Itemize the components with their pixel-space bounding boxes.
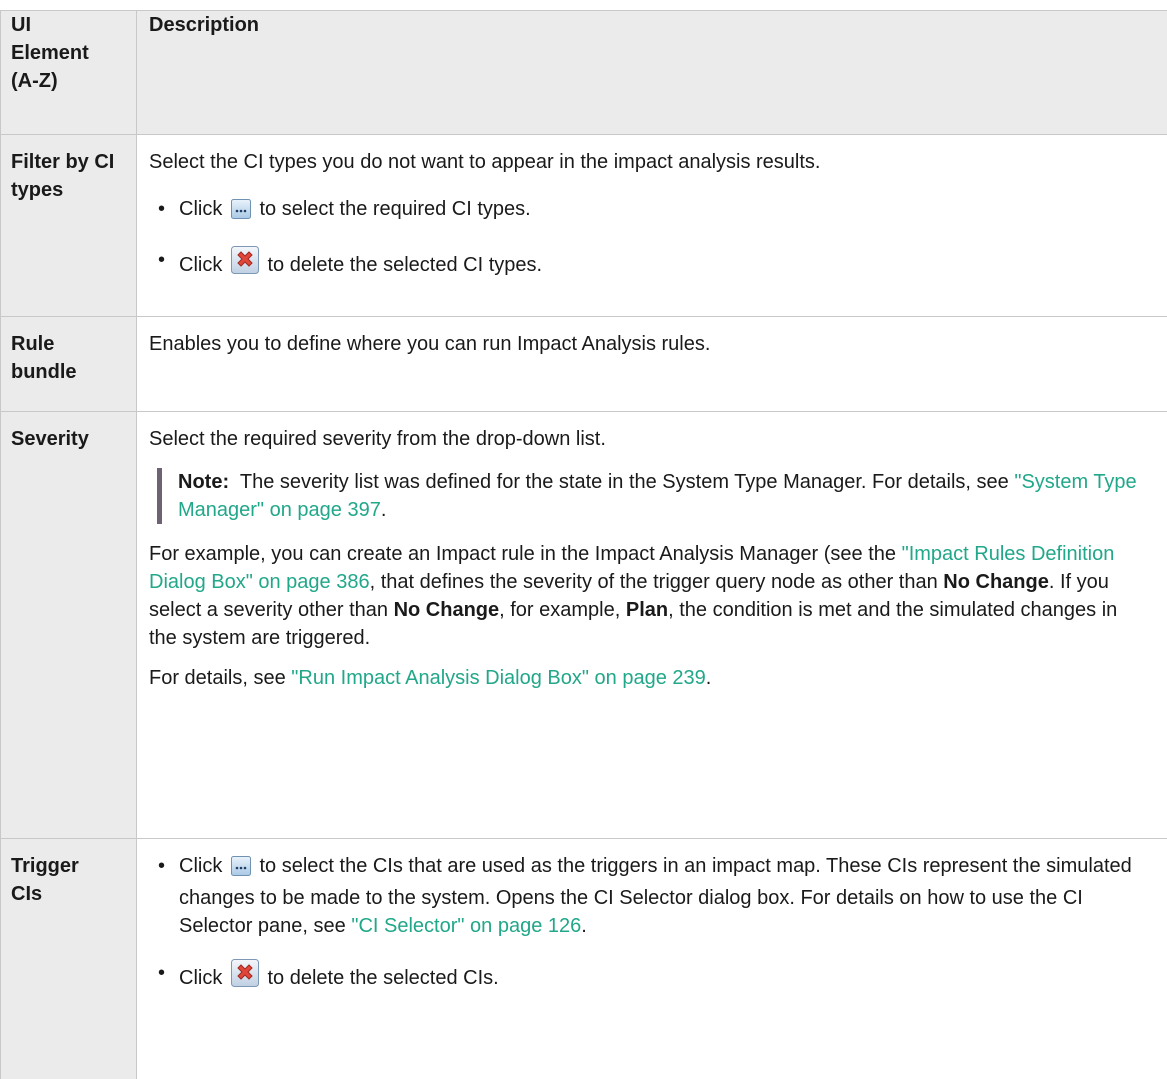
ui-elements-table: UI Element (A-Z) Description Filter by C… <box>0 10 1167 1079</box>
description-text: For example, you can create an Impact ru… <box>149 540 1137 652</box>
ellipsis-button-icon[interactable] <box>231 856 251 884</box>
description-cell: Select the required severity from the dr… <box>137 412 1167 839</box>
description-text: For details, see "Run Impact Analysis Di… <box>149 664 1137 692</box>
element-cell: Filter by CI types <box>1 135 137 317</box>
element-name: Filter by CI types <box>11 148 121 204</box>
bullet-icon: • <box>158 246 165 274</box>
element-cell: Trigger CIs <box>1 839 137 1079</box>
header-description: Description <box>137 11 1167 135</box>
list-item: • Click to delete the selected CIs. <box>149 959 1137 995</box>
table-row: Filter by CI types Select the CI types y… <box>1 135 1167 317</box>
list-item: • Click to select the CIs that are used … <box>149 852 1137 940</box>
bullet-icon: • <box>158 959 165 987</box>
link-run-impact-analysis[interactable]: "Run Impact Analysis Dialog Box" on page… <box>291 667 705 689</box>
description-cell: • Click to select the CIs that are used … <box>137 839 1167 1079</box>
description-cell: Enables you to define where you can run … <box>137 317 1167 412</box>
description-text: Enables you to define where you can run … <box>149 330 1137 358</box>
table-row: Trigger CIs • Click <box>1 839 1167 1079</box>
ellipsis-button-icon[interactable] <box>231 199 251 227</box>
note-label: Note: <box>178 471 229 493</box>
table-row: Rule bundle Enables you to define where … <box>1 317 1167 412</box>
note-callout: Note: The severity list was defined for … <box>157 468 1137 524</box>
description-text: Select the CI types you do not want to a… <box>149 148 1137 176</box>
description-cell: Select the CI types you do not want to a… <box>137 135 1167 317</box>
bullet-icon: • <box>158 195 165 223</box>
list-item: • Click to select the required CI types. <box>149 195 1137 227</box>
element-cell: Rule bundle <box>1 317 137 412</box>
link-ci-selector[interactable]: "CI Selector" on page 126 <box>351 915 581 937</box>
element-name: Severity <box>11 428 89 450</box>
element-name: Trigger CIs <box>11 852 91 908</box>
delete-x-icon[interactable] <box>231 246 259 282</box>
element-cell: Severity <box>1 412 137 839</box>
header-description-label: Description <box>149 14 259 36</box>
delete-x-icon[interactable] <box>231 959 259 995</box>
bullet-list: • Click to select the CIs that are used … <box>149 852 1137 995</box>
table-row: Severity Select the required severity fr… <box>1 412 1167 839</box>
description-text: Select the required severity from the dr… <box>149 425 1137 453</box>
bullet-list: • Click to select the required CI types. <box>149 195 1137 282</box>
table-header-row: UI Element (A-Z) Description <box>1 11 1167 135</box>
element-name: Rule bundle <box>11 330 71 386</box>
bullet-icon: • <box>158 852 165 880</box>
header-ui-element: UI Element (A-Z) <box>1 11 137 135</box>
list-item: • Click to delete the selected CI types. <box>149 246 1137 282</box>
header-ui-element-label: UI Element (A-Z) <box>1 11 136 109</box>
